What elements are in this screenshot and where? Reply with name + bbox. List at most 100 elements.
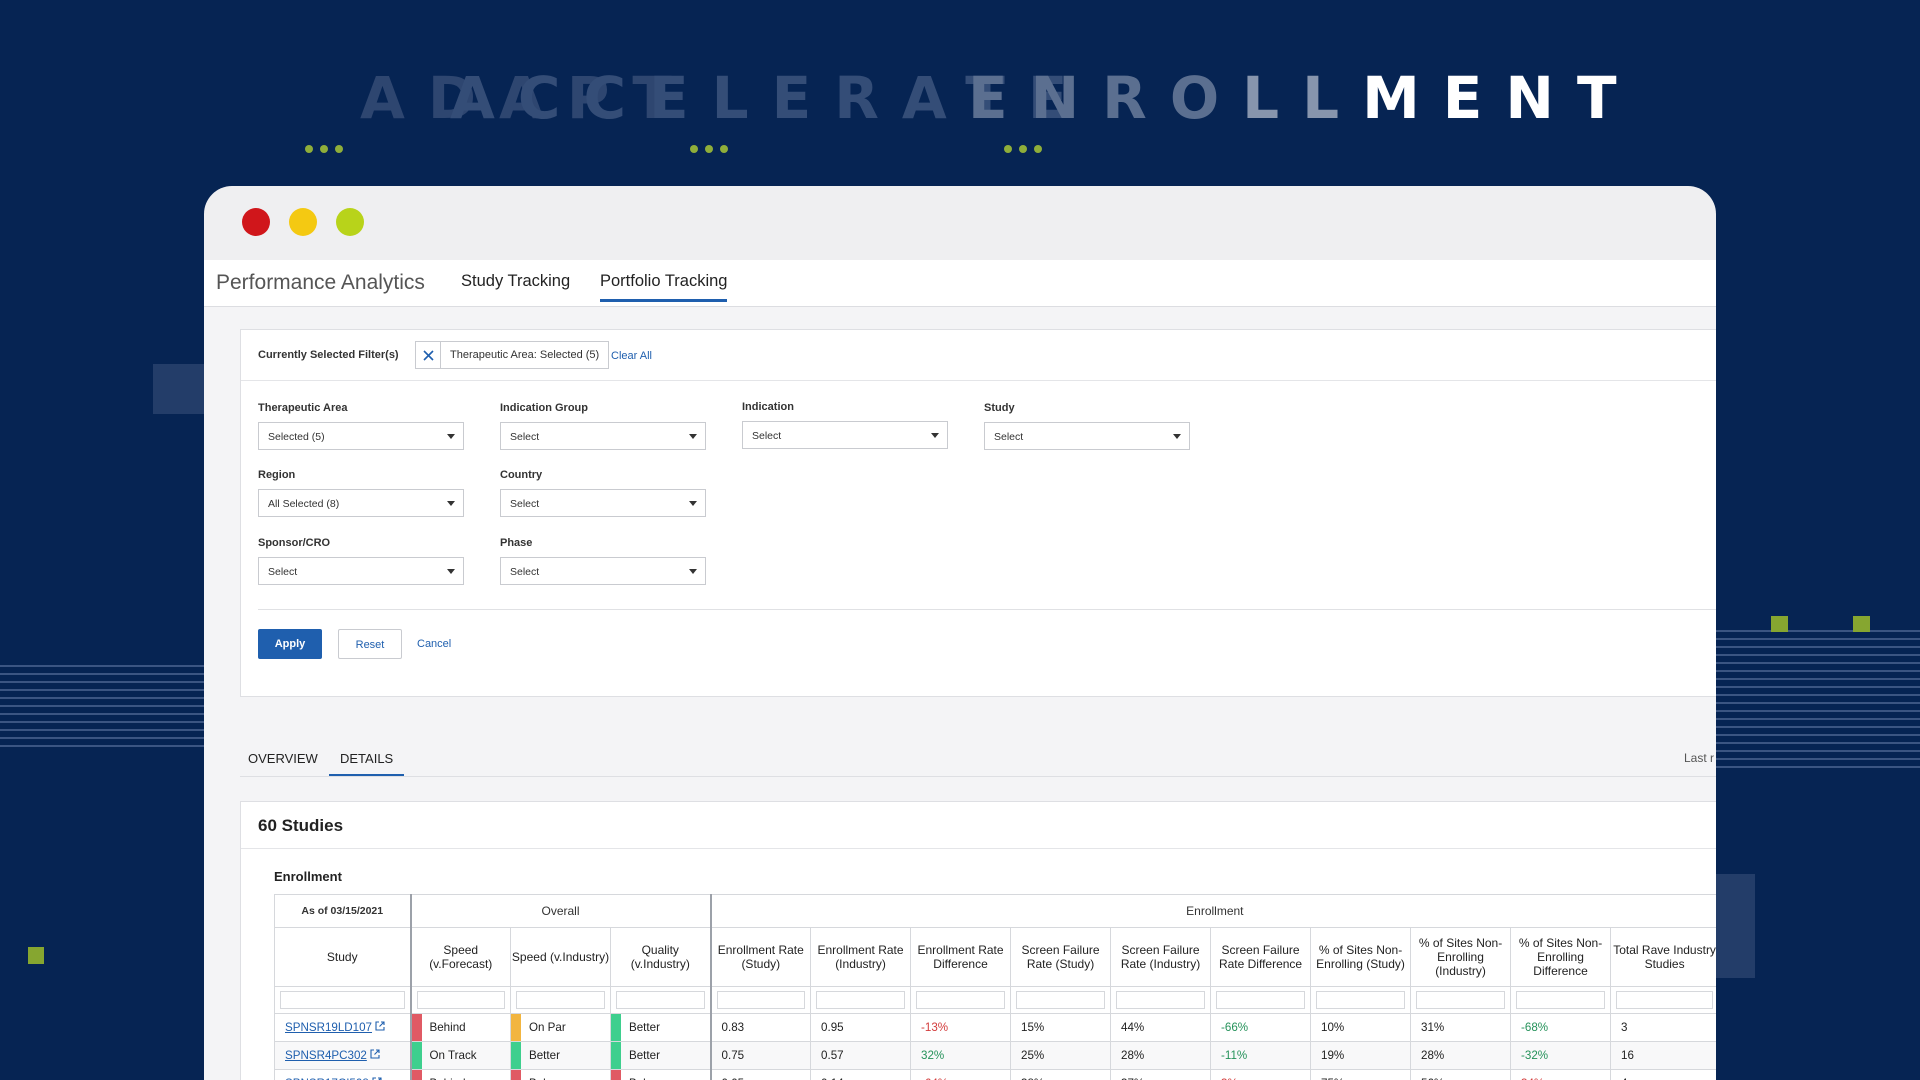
column-filter-input[interactable] <box>1116 991 1206 1009</box>
reset-button[interactable]: Reset <box>338 629 402 659</box>
table-row[interactable]: SPNSR19LD107 Behind On Par Better 0.83 0.95 -1… <box>274 1013 1716 1042</box>
clear-all-link[interactable]: Clear All <box>611 350 652 362</box>
region-select[interactable]: All Selected (8) <box>258 489 464 517</box>
column-filter-input[interactable] <box>616 991 705 1009</box>
tab-portfolio-tracking[interactable]: Portfolio Tracking <box>600 272 728 302</box>
status-text: Better <box>529 1049 560 1062</box>
column-header[interactable]: % of Sites Non-Enrolling (Industry) <box>1410 927 1512 987</box>
close-icon[interactable] <box>416 342 441 368</box>
column-filter-input[interactable] <box>816 991 906 1009</box>
column-header[interactable]: Speed (v.Industry) <box>510 927 611 987</box>
sponsor-select[interactable]: Select <box>258 557 464 585</box>
column-header[interactable]: Screen Failure Rate Difference <box>1210 927 1312 987</box>
column-filter-cell <box>1610 986 1716 1014</box>
column-header[interactable]: Speed (v.Forecast) <box>409 927 511 987</box>
window-maximize-button[interactable] <box>336 208 364 236</box>
cancel-button[interactable]: Cancel <box>417 629 451 659</box>
column-header[interactable]: Enrollment Rate (Industry) <box>810 927 912 987</box>
window-minimize-button[interactable] <box>289 208 317 236</box>
status-wrapper: Better <box>611 1042 710 1069</box>
column-filter-input[interactable] <box>1616 991 1714 1009</box>
therapeutic-area-select[interactable]: Selected (5) <box>258 422 464 450</box>
study-link[interactable]: SPNSR4PC302 <box>274 1041 411 1070</box>
column-filter-input[interactable] <box>1516 991 1606 1009</box>
column-header[interactable]: Screen Failure Rate (Industry) <box>1110 927 1212 987</box>
study-id[interactable]: SPNSR4PC302 <box>285 1049 367 1062</box>
table-cell: 32% <box>910 1041 1012 1070</box>
table-row[interactable]: SPNSR17CI508BehindBelowBelow0.050.14-64%… <box>274 1069 1716 1080</box>
column-header[interactable]: Quality (v.Industry) <box>609 927 712 987</box>
indication-select[interactable]: Select <box>742 421 948 449</box>
table-cell: -13% <box>910 1013 1012 1042</box>
study-label: Study <box>984 402 1015 414</box>
column-filter-input[interactable] <box>1016 991 1106 1009</box>
chevron-down-icon <box>689 501 697 506</box>
chevron-down-icon <box>689 569 697 574</box>
column-filter-input[interactable] <box>1316 991 1406 1009</box>
table-cell: 10% <box>1310 1013 1412 1042</box>
column-header[interactable]: Total Rave Industry Studies <box>1610 927 1716 987</box>
study-link[interactable]: SPNSR19LD107 <box>274 1013 411 1042</box>
region-value: All Selected (8) <box>268 498 340 510</box>
tab-details[interactable]: DETAILS <box>329 751 405 777</box>
chevron-down-icon <box>447 434 455 439</box>
table-cell: 25% <box>1010 1041 1112 1070</box>
indication-group-select[interactable]: Select <box>500 422 706 450</box>
column-filter-input[interactable] <box>916 991 1006 1009</box>
status-wrapper: On Track <box>412 1042 510 1069</box>
study-link[interactable]: SPNSR17CI508 <box>274 1069 411 1080</box>
table-cell: 44% <box>1110 1013 1212 1042</box>
tab-overview[interactable]: OVERVIEW <box>237 751 329 774</box>
filter-divider <box>258 609 1716 610</box>
phase-select[interactable]: Select <box>500 557 706 585</box>
column-filter-cell <box>1510 986 1612 1014</box>
status-indicator <box>412 1070 422 1080</box>
decorative-stripes-right <box>1716 630 1920 770</box>
status-indicator <box>511 1014 521 1041</box>
column-filter-cell <box>609 986 712 1014</box>
column-filter-input[interactable] <box>416 991 505 1009</box>
column-filter-input[interactable] <box>280 991 405 1009</box>
status-indicator <box>611 1014 621 1041</box>
decorative-square-1 <box>1771 616 1788 632</box>
table-row[interactable]: SPNSR4PC302 On Track Better Better 0.75 0.57 3… <box>274 1041 1716 1070</box>
decorative-square-2 <box>1853 616 1870 632</box>
indication-group-value: Select <box>510 431 540 443</box>
column-filter-input[interactable] <box>516 991 605 1009</box>
therapeutic-area-field: Therapeutic Area Selected (5) <box>258 402 464 450</box>
therapeutic-area-label: Therapeutic Area <box>258 402 348 414</box>
table-cell: -66% <box>1210 1013 1312 1042</box>
country-select[interactable]: Select <box>500 489 706 517</box>
column-header[interactable]: % of Sites Non-Enrolling Difference <box>1510 927 1612 987</box>
hero-main-part-2: LL <box>1242 64 1363 132</box>
study-select[interactable]: Select <box>984 422 1190 450</box>
window-close-button[interactable] <box>242 208 270 236</box>
status-cell: Better <box>609 1041 712 1070</box>
decorative-dots-1 <box>305 145 343 153</box>
column-header[interactable]: Enrollment Rate Difference <box>910 927 1012 987</box>
status-indicator <box>611 1042 621 1069</box>
column-header[interactable]: Enrollment Rate (Study) <box>709 927 812 987</box>
column-header[interactable]: Screen Failure Rate (Study) <box>1010 927 1112 987</box>
column-filter-input[interactable] <box>1416 991 1506 1009</box>
study-id[interactable]: SPNSR19LD107 <box>285 1021 372 1034</box>
tab-study-tracking[interactable]: Study Tracking <box>461 272 570 299</box>
column-filter-input[interactable] <box>1216 991 1306 1009</box>
column-filter-cell <box>274 986 411 1014</box>
column-filter-input[interactable] <box>716 991 806 1009</box>
column-header[interactable]: % of Sites Non-Enrolling (Study) <box>1310 927 1412 987</box>
status-text: On Track <box>429 1049 477 1062</box>
hero-main-word: ENROLLMENT <box>968 64 1640 132</box>
window-controls <box>242 208 364 236</box>
table-cell: 0.57 <box>810 1041 912 1070</box>
status-cell: Better <box>510 1041 611 1070</box>
app-header: Performance Analytics Study Tracking Por… <box>204 260 1716 307</box>
column-header[interactable]: Study <box>274 927 411 987</box>
apply-button[interactable]: Apply <box>258 629 322 659</box>
app-brand: Performance Analytics <box>216 271 425 294</box>
table-cell: 19% <box>1310 1041 1412 1070</box>
sponsor-field: Sponsor/CRO Select <box>258 537 464 585</box>
indication-group-label: Indication Group <box>500 402 588 414</box>
table-cell: -11% <box>1210 1041 1312 1070</box>
table-cell: 16 <box>1610 1041 1716 1070</box>
